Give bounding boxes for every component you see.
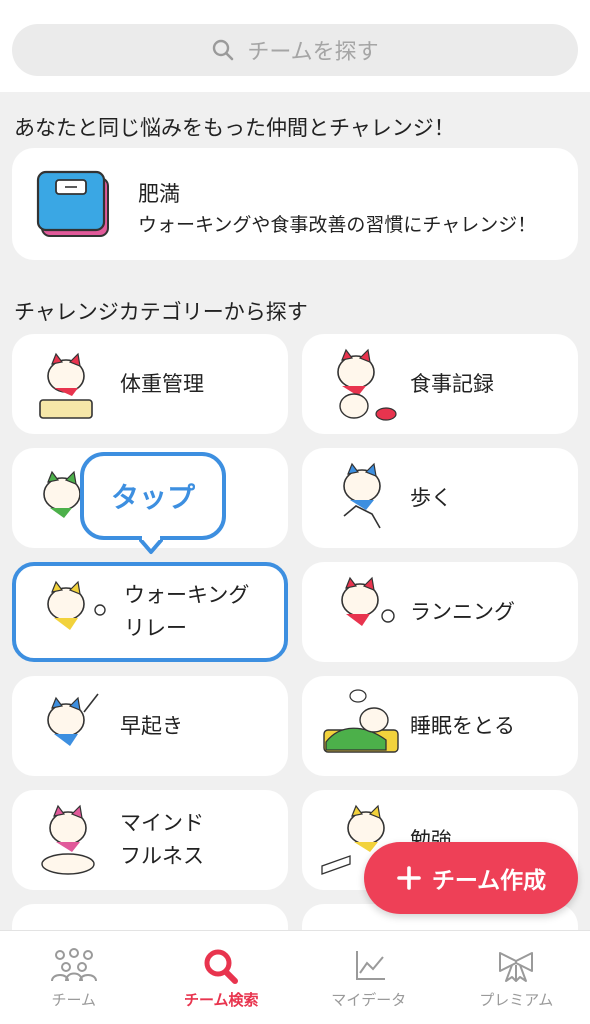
cat-eating-icon <box>337 348 397 421</box>
tab-team-search[interactable]: チーム検索 <box>148 931 296 1024</box>
tap-tooltip: タップ <box>80 452 226 540</box>
category-card-walk[interactable]: 歩く <box>302 448 578 548</box>
category-card-running[interactable]: ランニング <box>302 562 578 662</box>
create-team-button[interactable]: チーム作成 <box>364 842 578 914</box>
search-icon <box>213 39 234 61</box>
category-section-title: チャレンジカテゴリーから探す <box>14 300 308 324</box>
cat-walking-relay-icon <box>47 580 106 630</box>
tab-label: プレミアム <box>479 991 554 1009</box>
category-label: 睡眠をとる <box>410 713 515 738</box>
search-placeholder: チームを探す <box>247 40 379 65</box>
cat-sleeping-icon <box>323 689 399 753</box>
chart-icon <box>355 951 385 980</box>
scale-icon <box>36 170 109 237</box>
team-search-input[interactable]: チームを探す <box>12 24 578 76</box>
create-team-label: チーム作成 <box>431 868 547 894</box>
category-card-sleep[interactable]: 睡眠をとる <box>302 676 578 776</box>
tab-label: チーム検索 <box>183 991 259 1009</box>
category-label: マインド フルネス <box>120 811 204 868</box>
category-card-mindfulness[interactable]: マインド フルネス <box>12 790 288 890</box>
category-label: 歩く <box>410 485 452 510</box>
tab-label: マイデータ <box>331 991 407 1009</box>
cat-on-scale-icon <box>39 352 93 419</box>
search-icon <box>204 949 239 984</box>
feature-card-obesity[interactable] <box>12 148 578 260</box>
category-label: 体重管理 <box>120 371 204 396</box>
bottom-tab-bar: チーム チーム検索 マイデータ プレミアム <box>0 930 590 1024</box>
ribbon-icon <box>499 952 534 982</box>
category-card-meal-log[interactable]: 食事記録 <box>302 334 578 434</box>
feature-title: 肥満 <box>138 182 180 206</box>
tab-my-data[interactable]: マイデータ <box>295 931 443 1024</box>
tooltip-pointer <box>139 536 163 554</box>
category-label: ランニング <box>410 599 515 624</box>
tab-premium[interactable]: プレミアム <box>443 931 590 1024</box>
tab-team[interactable]: チーム <box>0 931 148 1024</box>
cat-running-icon <box>341 576 395 626</box>
category-label: 食事記録 <box>410 371 494 396</box>
category-label: ウォーキング リレー <box>124 583 250 640</box>
feature-description: ウォーキングや食事改善の習慣にチャレンジ！ <box>138 214 537 236</box>
cat-meditating-icon <box>41 804 95 875</box>
tooltip-text: タップ <box>110 481 195 514</box>
category-label: 早起き <box>120 713 183 738</box>
category-card-early-rising[interactable]: 早起き <box>12 676 288 776</box>
category-card-weight-management[interactable]: 体重管理 <box>12 334 288 434</box>
recommend-section-title: あなたと同じ悩みをもった仲間とチャレンジ！ <box>14 116 455 140</box>
cat-walking-icon <box>343 462 381 529</box>
tab-label: チーム <box>51 991 97 1009</box>
plus-icon <box>397 866 421 890</box>
people-icon <box>50 948 97 982</box>
top-bar: チームを探す <box>0 0 590 92</box>
category-card-walking-relay[interactable]: ウォーキング リレー <box>12 562 288 662</box>
cat-stretching-icon <box>47 693 99 746</box>
